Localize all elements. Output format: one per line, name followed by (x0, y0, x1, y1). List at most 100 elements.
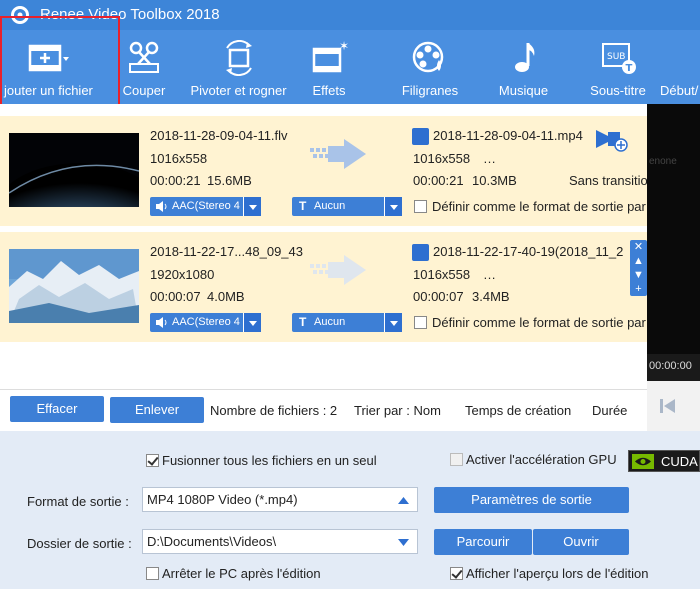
tool-label: Pivoter et rogner (190, 83, 287, 98)
shutdown-after-label: Arrêter le PC après l'édition (162, 566, 321, 581)
scissors-icon (129, 41, 159, 73)
merge-files-checkbox[interactable] (146, 454, 159, 467)
subtitle-icon: SUB T (602, 43, 636, 74)
preview-video: enone (647, 104, 700, 354)
rotate-crop-button[interactable]: Pivoter et rogner (187, 30, 290, 104)
subtitle-value: Aucun (314, 200, 346, 212)
sort-by-creation[interactable]: Temps de création (465, 403, 571, 418)
skip-back-icon[interactable] (659, 398, 677, 414)
output-more: … (483, 151, 496, 166)
tool-label: Début/ (660, 83, 699, 98)
source-size: 4.0MB (207, 289, 245, 304)
effects-button[interactable]: ✶ Effets (306, 30, 352, 104)
watermark-button[interactable]: Filigranes (398, 30, 462, 104)
list-action-bar: Effacer Enlever Nombre de fichiers : 2 T… (0, 389, 647, 431)
tool-label: Couper (122, 83, 166, 98)
add-icon[interactable]: + (630, 282, 647, 296)
audio-track-value: AAC(Stereo 4 (172, 200, 240, 212)
clear-button[interactable]: Effacer (10, 396, 104, 422)
preview-time: 00:00:00 (649, 360, 692, 372)
output-format-value: MP4 1080P Video (*.mp4) (147, 492, 298, 507)
output-format-label: Format de sortie : (27, 494, 129, 509)
preview-controls (647, 381, 700, 431)
open-folder-button[interactable]: Ouvrir (533, 529, 629, 555)
effects-icon: ✶ (312, 40, 349, 73)
chevron-up-icon (398, 497, 409, 504)
shutdown-after-checkbox[interactable] (146, 567, 159, 580)
audio-track-value: AAC(Stereo 4 (172, 316, 240, 328)
watermark-icon (412, 41, 444, 73)
preview-during-edit-label: Afficher l'aperçu lors de l'édition (466, 566, 649, 581)
merge-files-label: Fusionner tous les fichiers en un seul (162, 453, 377, 468)
music-button[interactable]: Musique (495, 30, 552, 104)
speaker-icon (156, 201, 167, 212)
output-size: 10.3MB (472, 173, 517, 188)
output-resolution: 1016x558 (413, 151, 471, 166)
subtitle-select[interactable]: T Aucun (292, 197, 402, 216)
output-size: 3.4MB (472, 289, 510, 304)
output-duration: 00:00:21 (413, 173, 464, 188)
default-format-checkbox[interactable] (414, 200, 427, 213)
svg-text:T: T (626, 63, 633, 74)
remove-button[interactable]: Enlever (110, 397, 204, 423)
convert-arrow-icon (310, 255, 366, 285)
output-format-select[interactable]: MP4 1080P Video (*.mp4) (142, 487, 418, 512)
output-file-name: 2018-11-28-09-04-11.mp4 (433, 128, 583, 143)
output-settings-panel: Fusionner tous les fichiers en un seul A… (0, 431, 700, 589)
file-count: Nombre de fichiers : 2 (210, 403, 338, 418)
preview-during-edit-checkbox[interactable] (450, 567, 463, 580)
subtitle-select[interactable]: T Aucun (292, 313, 402, 332)
video-thumbnail (9, 133, 139, 207)
output-resolution: 1016x558 (413, 267, 471, 282)
music-icon (514, 43, 534, 72)
edit-output-name-button[interactable] (412, 128, 429, 145)
start-end-button[interactable]: Début/ (656, 30, 700, 104)
gpu-acceleration-checkbox[interactable] (450, 453, 463, 466)
chevron-down-icon (243, 313, 261, 332)
transition-add-icon[interactable] (594, 126, 630, 152)
move-down-icon[interactable]: ▼ (630, 268, 647, 282)
output-settings-button[interactable]: Paramètres de sortie (434, 487, 629, 513)
file-row[interactable]: 2018-11-28-09-04-11.flv 1016x558 00:00:2… (0, 116, 648, 226)
sort-by-name[interactable]: Trier par : Nom (354, 403, 441, 418)
video-thumbnail (9, 249, 139, 323)
chevron-down-icon (243, 197, 261, 216)
gpu-acceleration-label: Activer l'accélération GPU (466, 452, 617, 467)
svg-text:✶: ✶ (339, 40, 349, 53)
source-file-name: 2018-11-28-09-04-11.flv (150, 128, 288, 143)
preview-panel: enone 00:00:00 (647, 104, 700, 431)
transition-label: Sans transitio (569, 173, 648, 188)
browse-button[interactable]: Parcourir (434, 529, 532, 555)
chevron-down-icon (384, 313, 402, 332)
tool-label: Effets (312, 83, 346, 98)
cuda-label: CUDA (661, 454, 698, 469)
output-folder-select[interactable]: D:\Documents\Videos\ (142, 529, 418, 554)
file-row[interactable]: 2018-11-22-17...48_09_43 1920x1080 00:00… (0, 232, 647, 342)
cuda-badge: CUDA (628, 450, 700, 472)
close-icon[interactable]: ✕ (630, 240, 647, 254)
chevron-down-icon (398, 539, 409, 546)
default-format-label: Définir comme le format de sortie par (432, 315, 646, 330)
text-icon: T (299, 315, 307, 329)
output-folder-value: D:\Documents\Videos\ (147, 534, 277, 549)
svg-text:SUB: SUB (607, 52, 625, 62)
sort-by-duration[interactable]: Durée (592, 403, 627, 418)
default-format-checkbox[interactable] (414, 316, 427, 329)
edit-output-name-button[interactable] (412, 244, 429, 261)
audio-track-select[interactable]: AAC(Stereo 4 (150, 197, 261, 216)
cut-button[interactable]: Couper (118, 30, 170, 104)
speaker-icon (156, 317, 167, 328)
output-duration: 00:00:07 (413, 289, 464, 304)
nvidia-eye-icon (632, 454, 654, 469)
output-file-name: 2018-11-22-17-40-19(2018_11_2 (433, 244, 624, 259)
tool-label: Sous-titre (590, 83, 646, 98)
audio-track-select[interactable]: AAC(Stereo 4 (150, 313, 261, 332)
tool-label: Filigranes (401, 83, 459, 98)
subtitle-button[interactable]: SUB T Sous-titre (586, 30, 650, 104)
convert-arrow-icon (310, 139, 366, 169)
source-duration: 00:00:21 (150, 173, 201, 188)
move-up-icon[interactable]: ▲ (630, 254, 647, 268)
preview-watermark: enone (649, 156, 677, 167)
chevron-down-icon (384, 197, 402, 216)
tool-label: Musique (498, 83, 549, 98)
